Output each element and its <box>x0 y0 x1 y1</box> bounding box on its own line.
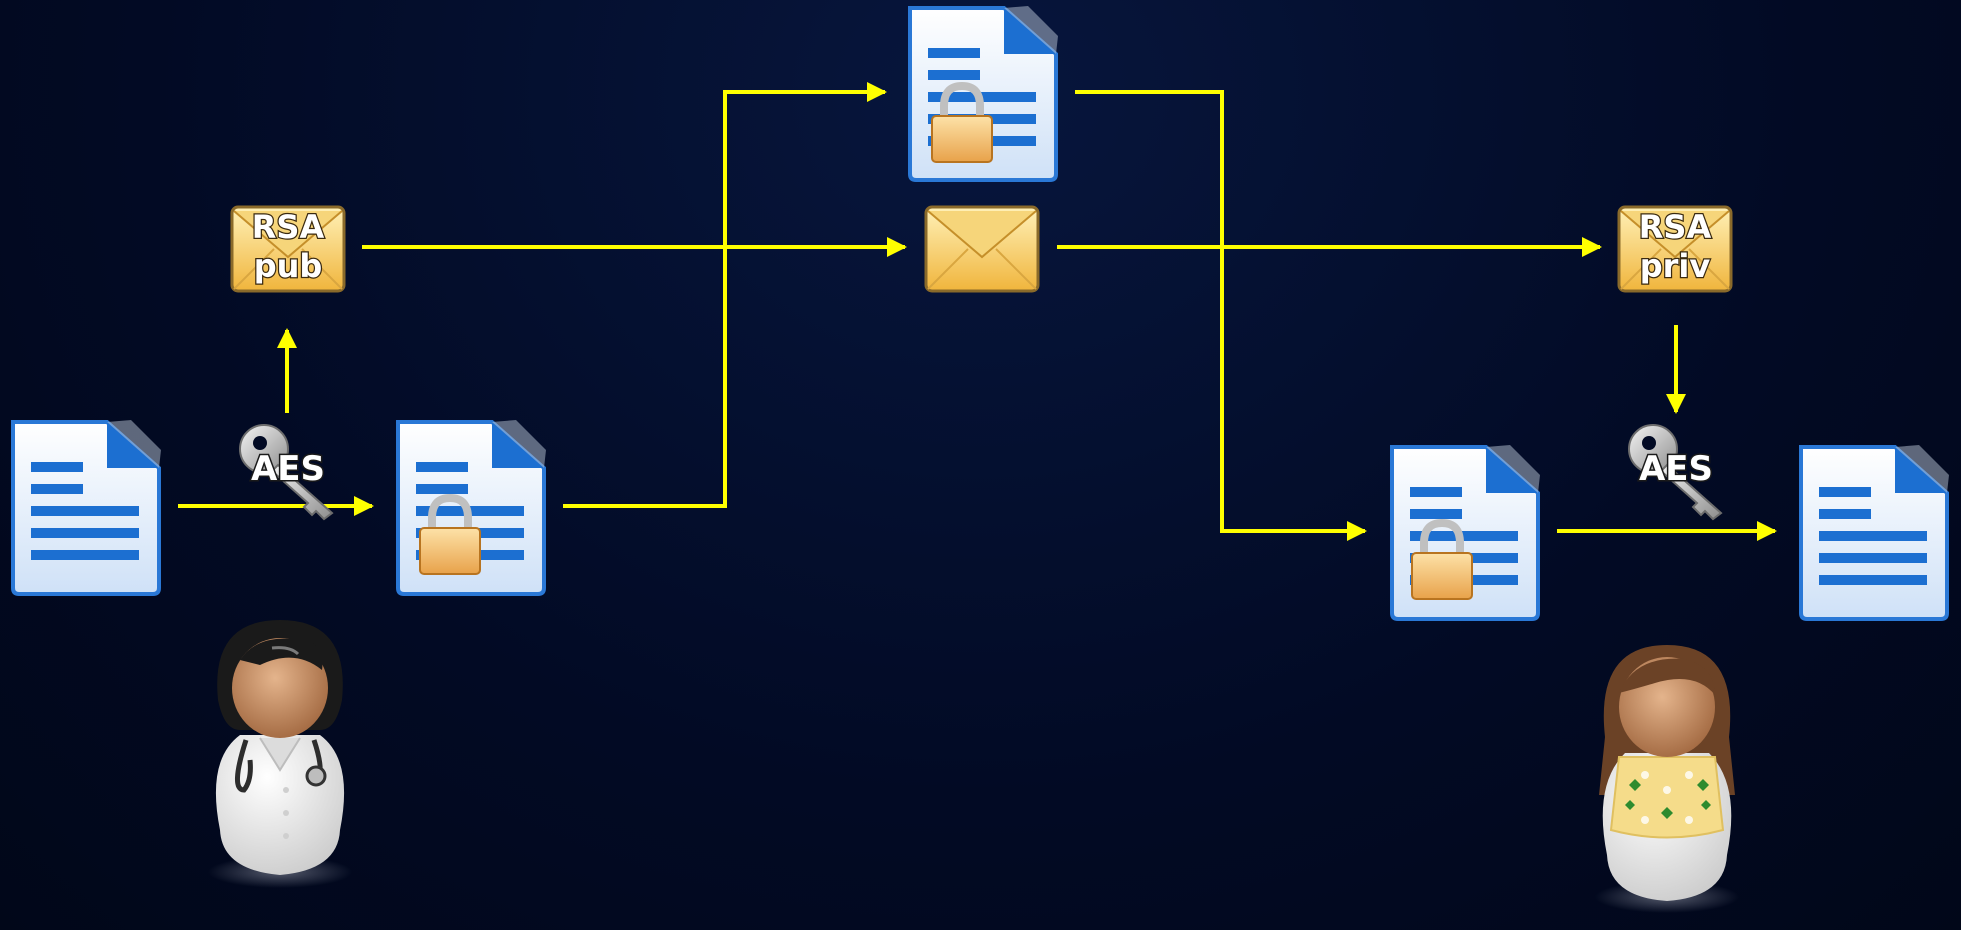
rsa-priv-label-line2: priv <box>1640 247 1711 285</box>
encrypted-document-sender-icon <box>396 418 548 596</box>
rsa-pub-label-line1: RSA <box>252 208 325 246</box>
rsa-priv-label-line1: RSA <box>1639 208 1712 246</box>
encrypted-document-transit-icon <box>908 4 1060 182</box>
rsa-pub-envelope: RSA pub <box>230 205 346 293</box>
envelope-icon <box>924 205 1040 293</box>
hybrid-encryption-diagram: AES RSA pub RSA priv AES <box>11 4 1951 913</box>
encrypted-key-envelope <box>924 205 1040 293</box>
arrow-transit-to-receiver <box>1075 90 1367 541</box>
rsa-priv-envelope: RSA priv <box>1617 205 1733 293</box>
aes-label-sender: AES <box>251 449 325 489</box>
arrow-encrypted-to-transit <box>563 82 887 508</box>
aes-key-receiver: AES <box>1628 424 1722 520</box>
doctor-avatar-icon <box>208 620 352 888</box>
woman-avatar-icon <box>1595 645 1739 913</box>
aes-label-receiver: AES <box>1639 449 1713 489</box>
encrypted-document-receiver-icon <box>1390 443 1542 621</box>
plaintext-document-receiver-icon <box>1799 443 1951 621</box>
rsa-pub-label-line2: pub <box>254 247 323 285</box>
plaintext-document-sender-icon <box>11 418 163 596</box>
